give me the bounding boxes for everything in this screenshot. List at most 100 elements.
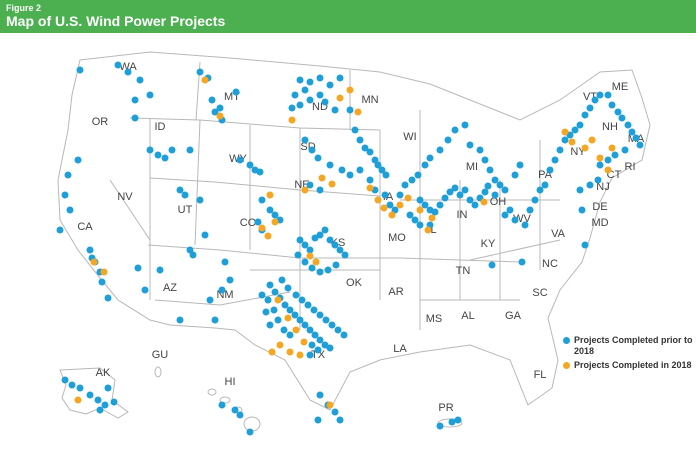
state-label-ky: KY bbox=[481, 238, 496, 250]
project-prior-marker bbox=[596, 161, 604, 169]
project-prior-marker bbox=[124, 68, 132, 76]
project-prior-marker bbox=[186, 146, 194, 154]
project-prior-marker bbox=[308, 264, 316, 272]
project-prior-marker bbox=[586, 181, 594, 189]
project-prior-marker bbox=[292, 291, 300, 299]
project-prior-marker bbox=[218, 401, 226, 409]
project-prior-marker bbox=[611, 151, 619, 159]
project-prior-marker bbox=[86, 246, 94, 254]
project-prior-marker bbox=[521, 221, 529, 229]
project-prior-marker bbox=[168, 146, 176, 154]
project-prior-marker bbox=[306, 96, 314, 104]
project-prior-marker bbox=[596, 91, 604, 99]
project-prior-marker bbox=[491, 176, 499, 184]
project-prior-marker bbox=[476, 146, 484, 154]
project-prior-marker bbox=[506, 206, 514, 214]
project-prior-marker bbox=[331, 241, 339, 249]
project-prior-marker bbox=[340, 331, 348, 339]
project-prior-marker bbox=[68, 381, 76, 389]
project-prior-marker bbox=[146, 91, 154, 99]
project-prior-marker bbox=[61, 191, 69, 199]
project-prior-marker bbox=[331, 106, 339, 114]
project-prior-marker bbox=[294, 251, 302, 259]
project-prior-marker bbox=[266, 321, 274, 329]
project-prior-marker bbox=[416, 221, 424, 229]
project-prior-marker bbox=[436, 146, 444, 154]
state-label-al: AL bbox=[461, 310, 474, 322]
project-prior-marker bbox=[381, 191, 389, 199]
project-prior-marker bbox=[110, 398, 118, 406]
legend-prior-label: Projects Completed prior to 2018 bbox=[574, 335, 693, 356]
project-prior-marker bbox=[66, 206, 74, 214]
legend-prior-dot bbox=[563, 337, 570, 344]
project-prior-marker bbox=[254, 218, 262, 226]
alaska-shape bbox=[59, 367, 129, 419]
project-prior-marker bbox=[296, 101, 304, 109]
project-prior-marker bbox=[594, 176, 602, 184]
project-prior-marker bbox=[141, 286, 149, 294]
state-label-ms: MS bbox=[426, 313, 443, 325]
project-prior-marker bbox=[351, 126, 359, 134]
project-2018-marker bbox=[416, 206, 424, 214]
project-prior-marker bbox=[421, 161, 429, 169]
state-label-ca: CA bbox=[77, 221, 93, 233]
project-2018-marker bbox=[271, 218, 279, 226]
project-2018-marker bbox=[74, 396, 82, 404]
state-label-az: AZ bbox=[163, 282, 177, 294]
project-2018-marker bbox=[404, 194, 412, 202]
project-2018-marker bbox=[90, 258, 98, 266]
project-prior-marker bbox=[326, 81, 334, 89]
project-prior-marker bbox=[604, 91, 612, 99]
project-prior-marker bbox=[321, 98, 329, 106]
project-2018-marker bbox=[568, 138, 576, 146]
project-prior-marker bbox=[316, 74, 324, 82]
project-prior-marker bbox=[608, 101, 616, 109]
project-prior-marker bbox=[632, 134, 640, 142]
project-prior-marker bbox=[334, 326, 342, 334]
project-2018-marker bbox=[388, 211, 396, 219]
project-prior-marker bbox=[531, 196, 539, 204]
project-prior-marker bbox=[416, 196, 424, 204]
project-prior-marker bbox=[101, 401, 109, 409]
project-prior-marker bbox=[451, 184, 459, 192]
project-prior-marker bbox=[511, 216, 519, 224]
state-label-de: DE bbox=[592, 201, 607, 213]
project-prior-marker bbox=[466, 141, 474, 149]
state-label-ak: AK bbox=[96, 367, 111, 379]
project-prior-marker bbox=[176, 186, 184, 194]
project-prior-marker bbox=[296, 316, 304, 324]
project-prior-marker bbox=[314, 346, 322, 354]
project-prior-marker bbox=[136, 76, 144, 84]
project-prior-marker bbox=[221, 258, 229, 266]
project-prior-marker bbox=[196, 196, 204, 204]
state-label-ar: AR bbox=[388, 286, 403, 298]
project-2018-marker bbox=[292, 326, 300, 334]
project-prior-marker bbox=[316, 268, 324, 276]
state-label-or: OR bbox=[92, 116, 109, 128]
project-2018-marker bbox=[561, 128, 569, 136]
project-prior-marker bbox=[556, 146, 564, 154]
project-prior-marker bbox=[336, 416, 344, 424]
project-prior-marker bbox=[488, 261, 496, 269]
project-prior-marker bbox=[156, 266, 164, 274]
project-prior-marker bbox=[308, 146, 316, 154]
project-2018-marker bbox=[286, 348, 294, 356]
project-prior-marker bbox=[366, 176, 374, 184]
project-2018-marker bbox=[354, 108, 362, 116]
project-prior-marker bbox=[278, 276, 286, 284]
project-prior-marker bbox=[484, 182, 492, 190]
project-2018-marker bbox=[100, 268, 108, 276]
project-prior-marker bbox=[414, 171, 422, 179]
project-2018-marker bbox=[216, 112, 224, 120]
project-prior-marker bbox=[274, 316, 282, 324]
project-prior-marker bbox=[266, 281, 274, 289]
project-prior-marker bbox=[466, 196, 474, 204]
project-prior-marker bbox=[264, 296, 272, 304]
project-prior-marker bbox=[131, 96, 139, 104]
state-shapes bbox=[57, 51, 651, 432]
project-prior-marker bbox=[181, 191, 189, 199]
project-prior-marker bbox=[451, 126, 459, 134]
project-prior-marker bbox=[288, 104, 296, 112]
project-prior-marker bbox=[406, 211, 414, 219]
state-label-mn: MN bbox=[361, 94, 378, 106]
